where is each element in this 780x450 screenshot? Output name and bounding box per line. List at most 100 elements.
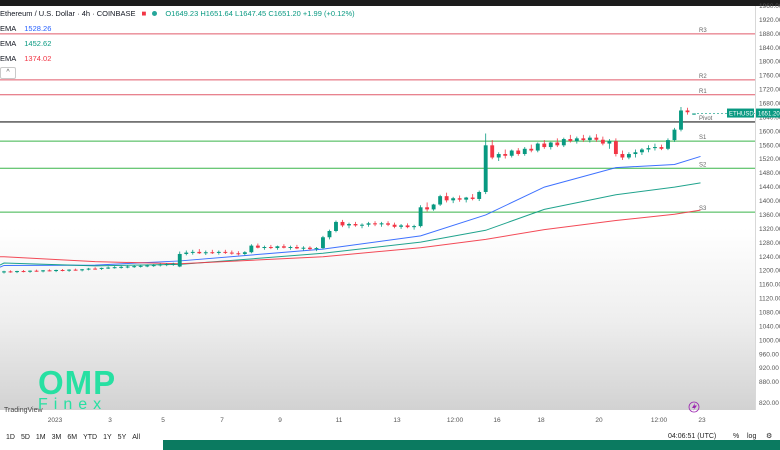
candle-body [451, 198, 456, 201]
candle-body [125, 266, 130, 268]
range-ytd[interactable]: YTD [83, 434, 97, 441]
indicator-list: EMA 1528.26 EMA 1452.62 EMA 1374.02 [0, 24, 355, 63]
candle-body [542, 143, 547, 148]
candle-body [171, 263, 176, 265]
range-6m[interactable]: 6M [67, 434, 77, 441]
candle-body [470, 197, 475, 199]
x-tick-label: 23 [698, 417, 706, 424]
candle-body [203, 252, 208, 254]
candle-body [366, 223, 371, 225]
candle-body [281, 246, 286, 248]
candle-body [119, 266, 124, 268]
candle-body [600, 139, 605, 144]
candle-body [529, 148, 534, 151]
range-3m[interactable]: 3M [52, 434, 62, 441]
candle-body [653, 147, 657, 149]
indicator-row[interactable]: EMA 1452.62 [0, 39, 355, 48]
candle-body [457, 198, 462, 200]
candle-body [8, 271, 13, 273]
candle-body [86, 268, 91, 270]
pivot-level-label: S3 [699, 206, 707, 212]
x-tick-label: 5 [161, 417, 165, 424]
candle-body [548, 142, 553, 148]
candle-body [633, 152, 638, 155]
candle-body [28, 270, 32, 272]
range-5d[interactable]: 5D [21, 434, 30, 441]
candle-body [490, 145, 495, 158]
indicator-row[interactable]: EMA 1528.26 [0, 24, 355, 33]
range-1y[interactable]: 1Y [103, 434, 112, 441]
candle-body [483, 145, 488, 192]
price-axis[interactable] [755, 6, 780, 410]
legend-toggle-button[interactable]: ^ [0, 67, 16, 79]
candle-body [190, 251, 195, 253]
candle-body [327, 230, 332, 238]
candle-body [73, 269, 78, 271]
indicator-value: 1528.26 [24, 24, 52, 33]
gear-icon[interactable]: ⚙ [766, 432, 772, 440]
candle-body [685, 110, 690, 113]
candle-body [132, 266, 137, 268]
candle-body [138, 265, 143, 267]
indicator-name: EMA [0, 24, 17, 33]
candle-body [340, 221, 345, 226]
candle-body [301, 247, 306, 249]
candle-body [255, 245, 260, 248]
pivot-level-label: R1 [699, 89, 707, 95]
candle-body [242, 252, 247, 254]
candle-body [496, 154, 501, 158]
indicator-value: 1452.62 [24, 39, 52, 48]
candle-body [373, 223, 377, 225]
x-tick-label: 16 [493, 417, 501, 424]
x-tick-label: 13 [393, 417, 401, 424]
candle-body [106, 267, 111, 269]
candle-body [54, 269, 59, 272]
logo-text-finex: Finex [38, 396, 108, 413]
candle-body [561, 139, 566, 146]
candle-body [412, 226, 417, 228]
candle-body [34, 270, 39, 272]
candle-body [177, 253, 182, 267]
x-tick-label: 9 [278, 417, 282, 424]
candle-body [321, 237, 325, 249]
utc-clock[interactable]: 04:06:51 (UTC) [668, 433, 716, 440]
pivot-level-label: S1 [699, 135, 707, 141]
candle-body [112, 267, 117, 269]
tradingview-label: TradingView [4, 407, 43, 414]
candle-body [288, 247, 293, 249]
candle-body [666, 140, 670, 149]
indicator-value: 1374.02 [24, 54, 52, 63]
x-tick-label: 7 [220, 417, 224, 424]
candle-body [164, 264, 169, 266]
range-all[interactable]: All [132, 434, 140, 441]
candle-body [581, 138, 586, 141]
range-1d[interactable]: 1D [6, 434, 15, 441]
log-scale-toggle[interactable]: log [747, 433, 756, 440]
candle-body [314, 248, 319, 250]
brand-strip [163, 440, 780, 450]
candle-body [47, 270, 52, 272]
indicator-row[interactable]: EMA 1374.02 [0, 54, 355, 63]
close-icon[interactable]: ■ [141, 9, 146, 18]
candle-body [158, 264, 163, 266]
candle-body [464, 197, 469, 200]
candle-body [41, 270, 45, 272]
pivot-level-label: Pivot [699, 116, 713, 122]
candle-body [184, 252, 189, 254]
candle-body [151, 265, 156, 267]
candle-body [626, 154, 631, 158]
symbol-title[interactable]: Ethereum / U.S. Dollar · 4h · COINBASE [0, 9, 135, 18]
candle-body [93, 268, 98, 270]
x-tick-label: 12:00 [650, 417, 668, 424]
candle-body [431, 204, 436, 210]
candle-body [347, 224, 351, 226]
candle-body [613, 141, 618, 155]
x-tick-label: 20 [595, 417, 603, 424]
candle-body [21, 271, 26, 273]
candle-body [60, 269, 65, 271]
percent-scale-toggle[interactable]: % [733, 433, 739, 440]
range-1m[interactable]: 1M [36, 434, 46, 441]
indicator-name: EMA [0, 54, 17, 63]
indicator-name: EMA [0, 39, 17, 48]
range-5y[interactable]: 5Y [118, 434, 127, 441]
